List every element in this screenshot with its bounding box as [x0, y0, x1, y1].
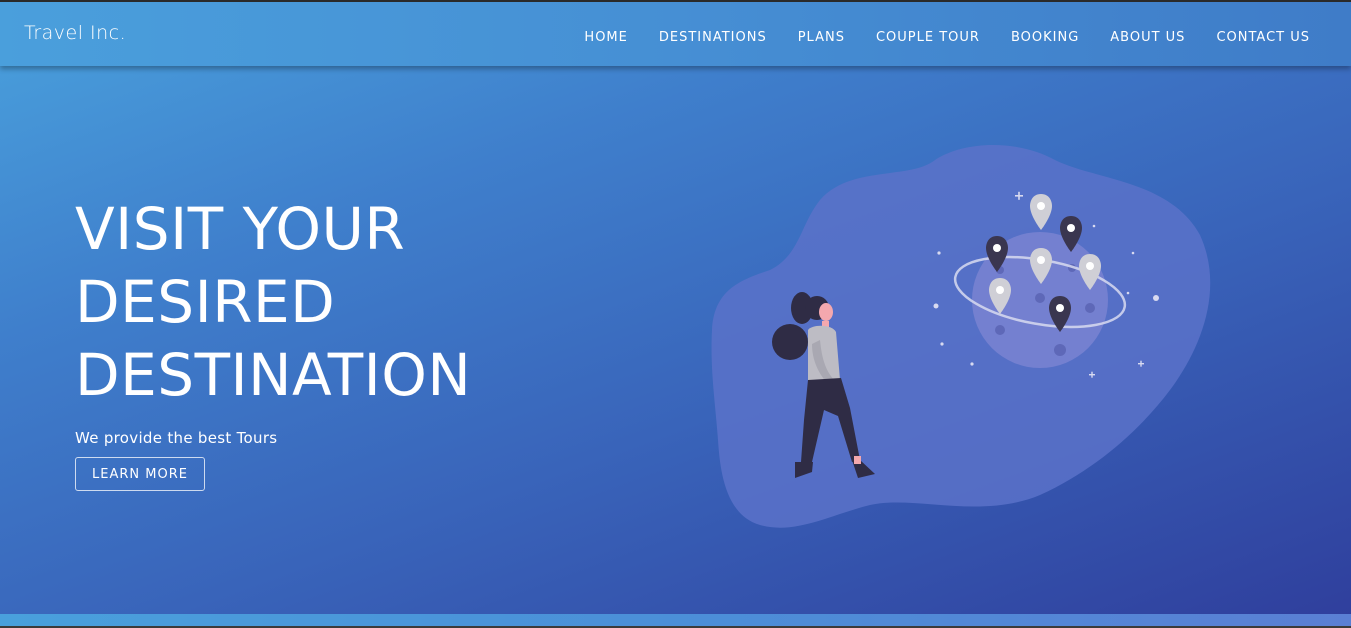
- hero-tagline: We provide the best Tours: [75, 429, 278, 447]
- hero-title-line-1: VISIT YOUR: [75, 195, 406, 263]
- nav-link-contact-us[interactable]: CONTACT US: [1216, 30, 1310, 45]
- nav-item-contact-us: CONTACT US: [1216, 26, 1310, 45]
- nav-link-booking[interactable]: BOOKING: [1011, 30, 1079, 45]
- nav-item-couple-tour: COUPLE TOUR: [876, 26, 980, 45]
- navbar: Travel Inc. HOME DESTINATIONS PLANS COUP…: [0, 2, 1351, 66]
- hero-title: VISIT YOUR DESIRED DESTINATION: [75, 193, 471, 412]
- page: Travel Inc. HOME DESTINATIONS PLANS COUP…: [0, 0, 1351, 628]
- brand-logo[interactable]: Travel Inc.: [24, 22, 126, 44]
- hero-title-line-2: DESIRED: [75, 268, 336, 336]
- nav-item-destinations: DESTINATIONS: [659, 26, 767, 45]
- hero-title-line-3: DESTINATION: [75, 341, 472, 409]
- nav-link-plans[interactable]: PLANS: [798, 30, 845, 45]
- nav-link-couple-tour[interactable]: COUPLE TOUR: [876, 30, 980, 45]
- nav-item-about-us: ABOUT US: [1110, 26, 1185, 45]
- nav-link-home[interactable]: HOME: [584, 30, 627, 45]
- main-nav: HOME DESTINATIONS PLANS COUPLE TOUR BOOK…: [584, 26, 1310, 45]
- nav-item-booking: BOOKING: [1011, 26, 1079, 45]
- nav-item-home: HOME: [584, 26, 627, 45]
- travel-illustration: [711, 145, 1211, 528]
- nav-item-plans: PLANS: [798, 26, 845, 45]
- learn-more-button[interactable]: LEARN MORE: [75, 457, 205, 491]
- nav-link-destinations[interactable]: DESTINATIONS: [659, 30, 767, 45]
- nav-link-about-us[interactable]: ABOUT US: [1110, 30, 1185, 45]
